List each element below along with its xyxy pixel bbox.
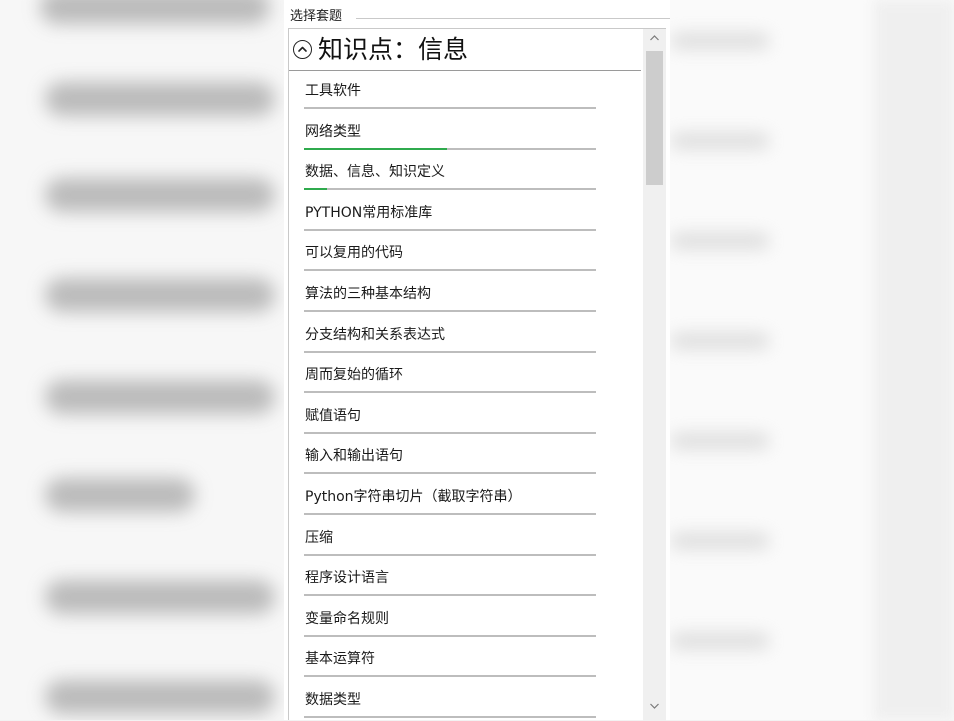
blurred-row (670, 632, 770, 650)
topic-list: 工具软件网络类型数据、信息、知识定义 PYTHON常用标准库 可以复用的代码算法的三… (289, 71, 641, 721)
topic-item-label: 周而复始的循环 (305, 367, 403, 384)
topic-item[interactable]: Python字符串切片（截取字符串） (289, 477, 641, 518)
blurred-row (45, 478, 195, 512)
chevron-up-circle-icon[interactable] (293, 40, 312, 59)
topic-progress-bar (304, 431, 596, 434)
topic-item[interactable]: 压缩 (289, 518, 641, 559)
topic-progress-bar (304, 350, 596, 353)
blurred-row (45, 580, 275, 614)
topic-item-label: 基本运算符 (305, 651, 375, 668)
blurred-row (670, 132, 770, 150)
topic-item[interactable]: 网络类型 (289, 112, 641, 153)
select-set-groupbox: 选择套题 知识点：信息 工具软件网络类型数据、信息、知识定义 PYTHON常用标准… (284, 0, 670, 721)
blurred-edge (874, 0, 954, 720)
groupbox-legend: 选择套题 (290, 9, 346, 25)
topic-progress-bar (304, 715, 596, 718)
blurred-row (670, 32, 770, 50)
topic-progress-bar (304, 269, 596, 272)
topic-item-label: 程序设计语言 (305, 570, 389, 587)
topic-item-label: 网络类型 (305, 123, 361, 140)
topic-item[interactable]: 程序设计语言 (289, 558, 641, 599)
topic-list-panel: 知识点：信息 工具软件网络类型数据、信息、知识定义 PYTHON常用标准库 可以复用… (288, 28, 666, 721)
topic-item-label: 数据、信息、知识定义 (305, 164, 445, 181)
blurred-row (40, 0, 270, 24)
knowledge-point-header[interactable]: 知识点：信息 (289, 29, 641, 71)
topic-progress-bar (304, 147, 596, 150)
topic-item-label: 压缩 (305, 529, 333, 546)
topic-item[interactable]: 工具软件 (289, 71, 641, 112)
topic-item-label: Python字符串切片（截取字符串） (305, 488, 522, 505)
scroll-down-arrow-icon (650, 703, 659, 709)
topic-progress-bar (304, 188, 596, 191)
topic-item[interactable]: 分支结构和关系表达式 (289, 315, 641, 356)
blurred-row (670, 232, 770, 250)
topic-item[interactable]: PYTHON常用标准库 (289, 193, 641, 234)
topic-item-label: 工具软件 (305, 83, 361, 99)
topic-item-label: 可以复用的代码 (305, 245, 403, 262)
topic-item-label: 输入和输出语句 (305, 448, 403, 465)
topic-progress-bar (304, 472, 596, 475)
blurred-row (45, 278, 275, 312)
topic-progress-bar (304, 228, 596, 231)
topic-item[interactable]: 赋值语句 (289, 396, 641, 437)
blurred-row (670, 432, 770, 450)
scroll-down-button[interactable] (643, 697, 666, 717)
topic-progress-fill (304, 188, 328, 191)
blurred-row (45, 82, 275, 116)
topic-progress-bar (304, 309, 596, 312)
topic-item[interactable]: 算法的三种基本结构 (289, 274, 641, 315)
background-left-panel (0, 0, 284, 720)
blurred-row (670, 332, 770, 350)
topic-progress-bar (304, 512, 596, 515)
topic-item-label: 分支结构和关系表达式 (305, 326, 445, 343)
topic-item[interactable]: 周而复始的循环 (289, 355, 641, 396)
topic-progress-bar (304, 107, 596, 109)
topic-item[interactable]: 变量命名规则 (289, 599, 641, 640)
topic-item-label: 算法的三种基本结构 (305, 285, 431, 302)
topic-progress-bar (304, 391, 596, 394)
topic-item-label: 变量命名规则 (305, 610, 389, 627)
topic-item[interactable]: 基本运算符 (289, 639, 641, 680)
groupbox-border-line (356, 18, 670, 19)
blurred-row (45, 380, 275, 414)
topic-item[interactable]: 可以复用的代码 (289, 233, 641, 274)
topic-item-label: 数据类型 (305, 691, 361, 708)
scroll-up-arrow-icon (650, 35, 659, 41)
topic-progress-bar (304, 634, 596, 637)
topic-progress-bar (304, 594, 596, 597)
scrollbar-thumb[interactable] (646, 51, 663, 185)
topic-progress-bar (304, 675, 596, 678)
background-right-panel (670, 0, 954, 720)
header-title: 知识点：信息 (318, 35, 469, 64)
topic-item[interactable]: 输入和输出语句 (289, 436, 641, 477)
topic-progress-fill (304, 147, 448, 150)
blurred-row (45, 178, 275, 212)
topic-item[interactable]: 数据、信息、知识定义 (289, 152, 641, 193)
scroll-up-button[interactable] (643, 29, 666, 49)
topic-item[interactable]: 数据类型 (289, 680, 641, 721)
blurred-row (45, 680, 275, 714)
topic-progress-bar (304, 553, 596, 556)
blurred-row (670, 532, 770, 550)
vertical-scrollbar[interactable] (643, 29, 666, 721)
topic-item-label: PYTHON常用标准库 (305, 204, 433, 221)
topic-item-label: 赋值语句 (305, 407, 361, 424)
